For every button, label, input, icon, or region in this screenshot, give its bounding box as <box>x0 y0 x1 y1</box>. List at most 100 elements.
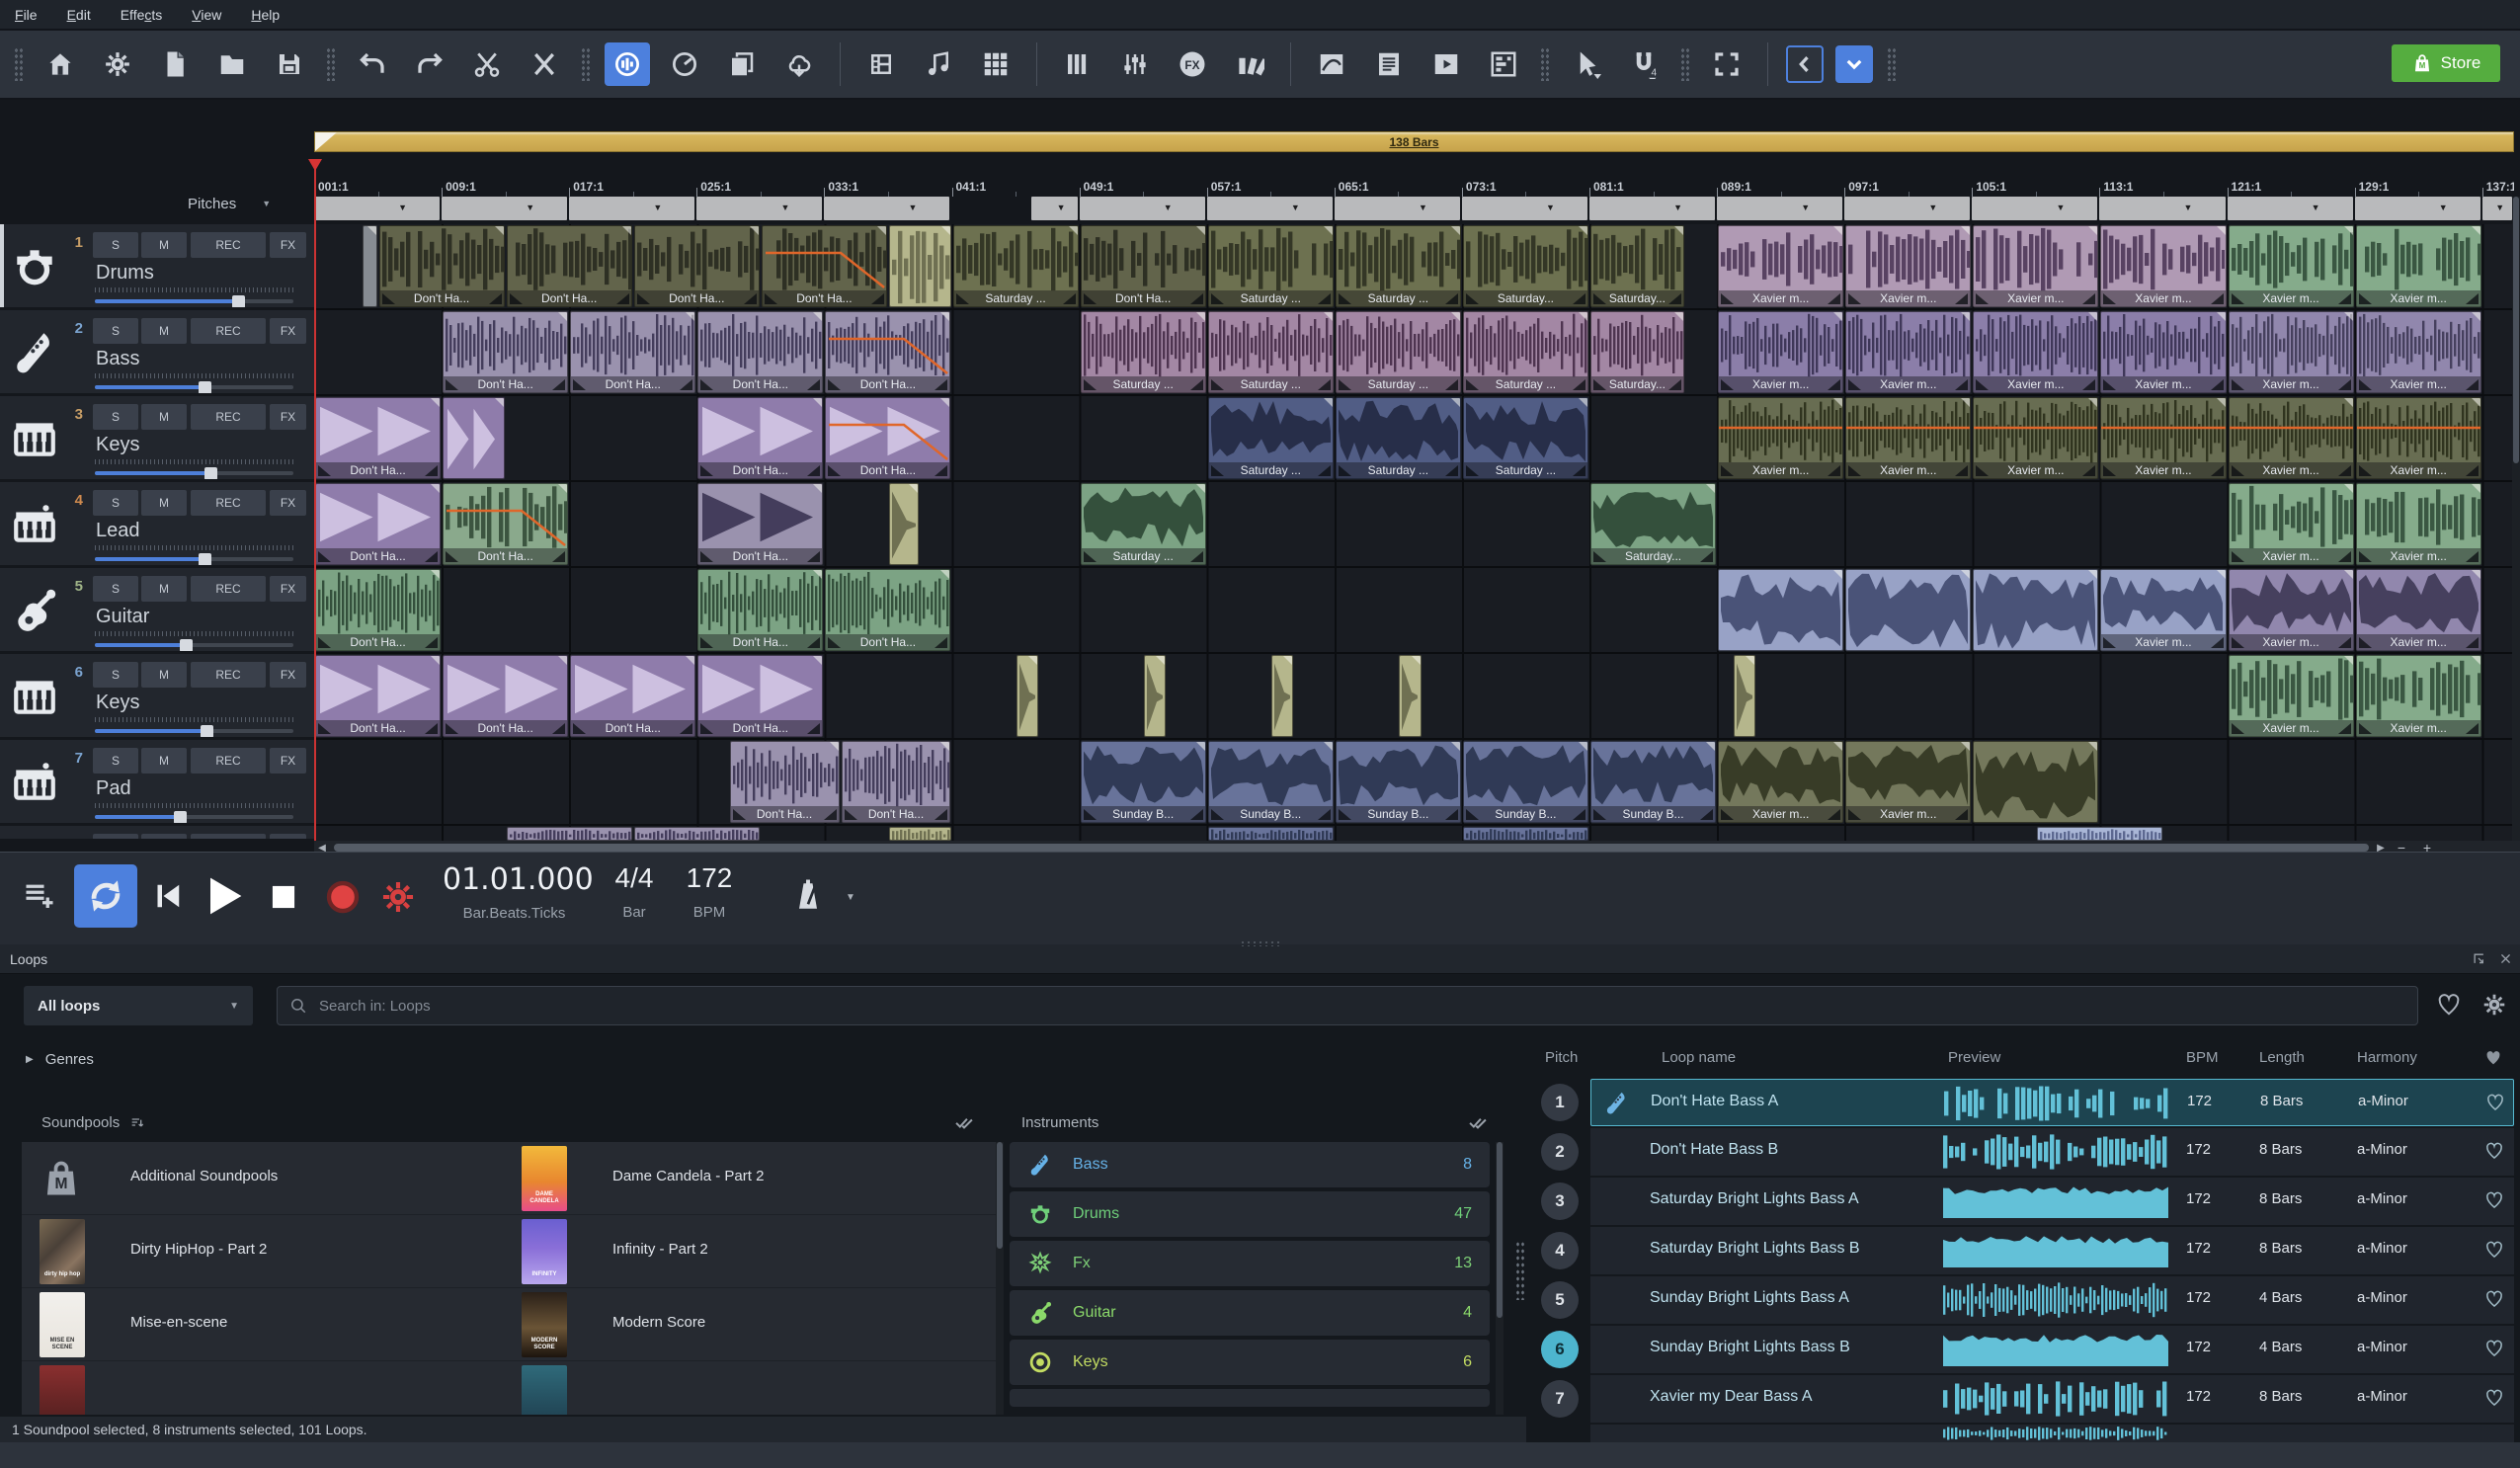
fade-handle-icon[interactable] <box>813 656 822 665</box>
audio-clip[interactable]: Sunday B... <box>1463 741 1588 823</box>
time-display[interactable]: 01.01.000 Bar.Beats.Ticks <box>443 862 586 922</box>
fade-in-icon[interactable] <box>2103 293 2116 304</box>
track-rec-button[interactable]: REC <box>191 662 266 688</box>
section-dropdown-icon[interactable]: ▼ <box>1546 203 1555 212</box>
vertical-scrollbar[interactable] <box>2512 197 2520 841</box>
fade-in-icon[interactable] <box>1339 379 1351 390</box>
audio-clip[interactable]: Don't Ha... <box>825 397 950 479</box>
fade-in-icon[interactable] <box>1593 551 1606 562</box>
audio-clip[interactable] <box>443 397 505 479</box>
pitch-button-6[interactable]: 6 <box>1541 1331 1579 1368</box>
sort-icon[interactable] <box>129 1115 145 1131</box>
section-block[interactable]: ▼ <box>2355 197 2480 220</box>
fade-handle-icon[interactable] <box>622 226 631 235</box>
section-dropdown-icon[interactable]: ▼ <box>1928 203 1937 212</box>
instrument-row-bass[interactable]: Bass8 <box>1010 1142 1490 1187</box>
fade-handle-icon[interactable] <box>2472 226 2480 235</box>
fade-in-icon[interactable] <box>1593 809 1606 820</box>
fade-out-icon[interactable] <box>1955 809 1968 820</box>
section-block[interactable]: ▼ <box>2228 197 2353 220</box>
audio-clip[interactable]: Saturday ... <box>953 225 1079 307</box>
undo-icon[interactable] <box>350 42 395 86</box>
mouse-mode-icon[interactable] <box>1564 42 1609 86</box>
fade-out-icon[interactable] <box>2082 379 2095 390</box>
soundpool-item[interactable] <box>504 1361 984 1415</box>
fade-in-icon[interactable] <box>1721 379 1734 390</box>
section-block[interactable]: ▼ <box>1717 197 1842 220</box>
fade-in-icon[interactable] <box>446 551 458 562</box>
section-block[interactable]: ▼ <box>1207 197 1333 220</box>
fade-out-icon[interactable] <box>1573 465 1585 476</box>
track-rec-button[interactable]: REC <box>191 748 266 774</box>
toolbar-grip[interactable] <box>581 47 591 81</box>
fade-handle-icon[interactable] <box>1579 398 1587 407</box>
track-header-6[interactable]: 6SMRECFXKeys <box>0 654 314 739</box>
fade-out-icon[interactable] <box>1668 293 1681 304</box>
track-s-button[interactable]: S <box>93 490 138 516</box>
fade-in-icon[interactable] <box>1721 465 1734 476</box>
arrangement-overview-bar[interactable]: 138 Bars <box>314 131 2514 152</box>
fade-out-icon[interactable] <box>2211 465 2224 476</box>
fade-in-icon[interactable] <box>382 293 395 304</box>
fade-in-icon[interactable] <box>1466 379 1479 390</box>
fade-handle-icon[interactable] <box>1833 398 1842 407</box>
audio-clip[interactable]: Don't Ha... <box>634 225 760 307</box>
section-dropdown-icon[interactable]: ▼ <box>1673 203 1682 212</box>
fade-out-icon[interactable] <box>2338 465 2351 476</box>
section-dropdown-icon[interactable]: ▼ <box>653 203 662 212</box>
fade-handle-icon[interactable] <box>1961 398 1970 407</box>
volume-slider-knob[interactable] <box>201 725 213 738</box>
fade-handle-icon[interactable] <box>1706 484 1715 493</box>
fade-out-icon[interactable] <box>1668 379 1681 390</box>
track-m-button[interactable]: M <box>141 232 187 258</box>
fade-handle-icon[interactable] <box>1451 398 1460 407</box>
section-dropdown-icon[interactable]: ▼ <box>2056 203 2065 212</box>
track-m-button[interactable]: M <box>141 834 187 841</box>
fade-out-icon[interactable] <box>2338 379 2351 390</box>
fade-handle-icon[interactable] <box>1833 570 1842 579</box>
fade-in-icon[interactable] <box>1848 379 1861 390</box>
audio-clip[interactable]: Xavier m... <box>1973 225 2098 307</box>
fade-out-icon[interactable] <box>552 551 565 562</box>
section-dropdown-icon[interactable]: ▼ <box>1419 203 1427 212</box>
menu-file[interactable]: File <box>0 7 52 23</box>
track-fx-button[interactable]: FX <box>270 404 306 430</box>
fade-handle-icon[interactable] <box>1196 484 1205 493</box>
volume-slider-knob[interactable] <box>232 295 245 308</box>
volume-slider[interactable] <box>95 466 293 480</box>
fullscreen-icon[interactable] <box>1704 42 1749 86</box>
track-name[interactable]: Guitar <box>96 606 149 628</box>
column-header[interactable]: Preview <box>1948 1049 2000 1066</box>
pitch-button-3[interactable]: 3 <box>1541 1183 1579 1220</box>
fade-handle-icon[interactable] <box>1324 742 1333 751</box>
loops-settings-icon[interactable] <box>2481 992 2507 1018</box>
fade-handle-icon[interactable] <box>2472 312 2480 321</box>
audio-clip[interactable] <box>1208 827 1334 841</box>
audio-clip[interactable]: Saturday ... <box>1208 311 1334 393</box>
fade-in-icon[interactable] <box>1593 379 1606 390</box>
audio-clip[interactable]: Xavier m... <box>2100 569 2226 651</box>
audio-clip[interactable]: Don't Ha... <box>570 655 695 737</box>
fade-out-icon[interactable] <box>2338 723 2351 734</box>
audio-clip[interactable]: Don't Ha... <box>443 655 568 737</box>
fade-out-icon[interactable] <box>2338 293 2351 304</box>
menu-view[interactable]: View <box>177 7 236 23</box>
fade-in-icon[interactable] <box>1339 465 1351 476</box>
fade-handle-icon[interactable] <box>558 484 567 493</box>
fade-handle-icon[interactable] <box>2088 398 2097 407</box>
fade-handle-icon[interactable] <box>2344 570 2353 579</box>
genres-expander[interactable]: ▶ Genres <box>26 1051 94 1068</box>
fade-handle-icon[interactable] <box>2472 656 2480 665</box>
toolbar-grip[interactable] <box>14 47 24 81</box>
fade-handle-icon[interactable] <box>495 398 504 407</box>
section-block[interactable]: ▼ <box>569 197 694 220</box>
fade-in-icon[interactable] <box>2359 293 2372 304</box>
loop-preview-waveform[interactable] <box>1941 1233 2170 1273</box>
video-monitor-icon[interactable] <box>1423 42 1469 86</box>
loop-row[interactable]: Saturday Bright Lights Bass B1728 Barsa-… <box>1590 1227 2514 1274</box>
audio-clip[interactable]: Don't Ha... <box>697 483 823 565</box>
audio-clip[interactable] <box>363 225 376 307</box>
fade-out-icon[interactable] <box>807 551 820 562</box>
audio-clip[interactable]: Xavier m... <box>1718 311 1843 393</box>
cut-icon[interactable] <box>464 42 510 86</box>
